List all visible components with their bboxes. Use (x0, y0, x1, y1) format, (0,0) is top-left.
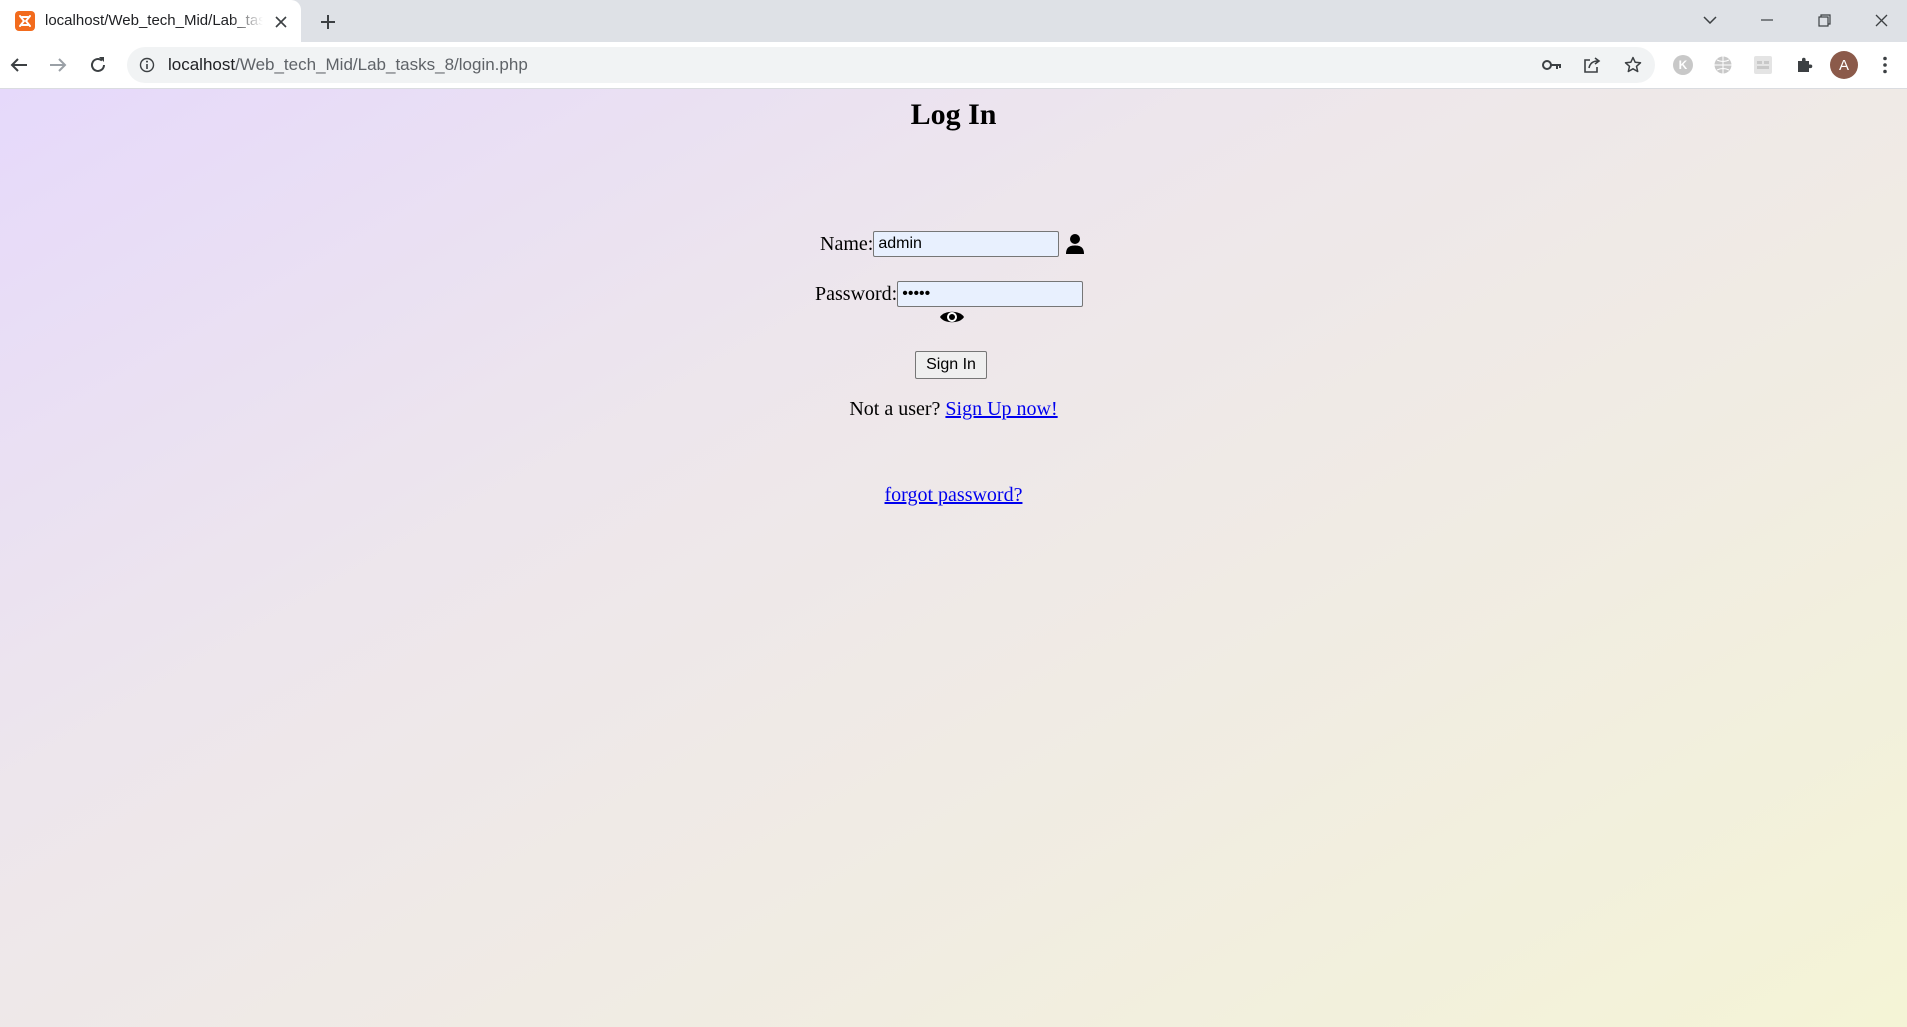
chevron-down-icon[interactable] (1682, 0, 1738, 40)
page-title: Log In (910, 98, 997, 131)
xampp-icon (15, 11, 35, 31)
address-bar[interactable]: localhost/Web_tech_Mid/Lab_tasks_8/login… (127, 47, 1655, 83)
page-content: Log In Name: Password: Sign In Not a use… (0, 89, 1907, 1027)
close-icon[interactable] (1853, 0, 1907, 40)
site-info-icon[interactable] (137, 55, 157, 75)
name-row: Name: (820, 229, 1085, 259)
browser-window: localhost/Web_tech_Mid/Lab_tasks_8/login… (0, 0, 1907, 1027)
extension-k-icon[interactable]: K (1668, 50, 1698, 80)
not-user-text: Not a user? (849, 398, 941, 420)
forgot-password-link[interactable]: forgot password? (885, 484, 1023, 506)
restore-icon[interactable] (1796, 0, 1852, 40)
extension-k-label: K (1673, 55, 1693, 75)
name-label: Name: (820, 233, 874, 255)
forward-arrow-icon[interactable] (43, 50, 73, 80)
signup-prompt: Not a user? Sign Up now! (0, 396, 1907, 422)
extension-grid-icon[interactable] (1748, 50, 1778, 80)
address-host: localhost (168, 55, 236, 74)
address-path: /Web_tech_Mid/Lab_tasks_8/login.php (235, 55, 528, 74)
reload-icon[interactable] (83, 50, 113, 80)
tab-strip: localhost/Web_tech_Mid/Lab_tasks_8/login… (0, 0, 1907, 42)
share-icon[interactable] (1580, 53, 1604, 77)
bookmark-star-icon[interactable] (1621, 53, 1645, 77)
address-url: localhost/Web_tech_Mid/Lab_tasks_8/login… (168, 55, 528, 75)
tab-close-icon[interactable] (271, 12, 291, 32)
profile-avatar[interactable]: A (1830, 51, 1858, 79)
show-password-eye-icon[interactable] (939, 307, 965, 327)
user-icon (1065, 233, 1085, 255)
new-tab-icon[interactable] (316, 10, 340, 34)
browser-tab[interactable]: localhost/Web_tech_Mid/Lab_tasks_8/login… (0, 0, 301, 42)
extensions-puzzle-icon[interactable] (1789, 50, 1819, 80)
minimize-icon[interactable] (1739, 0, 1795, 40)
forgot-password-row: forgot password? (0, 482, 1907, 508)
sign-up-link[interactable]: Sign Up now! (945, 398, 1057, 420)
more-menu-icon[interactable] (1870, 50, 1900, 80)
name-input[interactable] (873, 231, 1060, 257)
globe-icon[interactable] (1708, 50, 1738, 80)
password-row: Password: (815, 279, 1084, 309)
password-input[interactable] (897, 281, 1084, 307)
password-label: Password: (815, 283, 898, 305)
browser-toolbar: localhost/Web_tech_Mid/Lab_tasks_8/login… (0, 42, 1907, 89)
back-arrow-icon[interactable] (4, 50, 34, 80)
sign-in-button[interactable]: Sign In (915, 351, 987, 379)
tab-title: localhost/Web_tech_Mid/Lab_tasks_8/login… (45, 12, 263, 29)
key-icon[interactable] (1540, 53, 1564, 77)
